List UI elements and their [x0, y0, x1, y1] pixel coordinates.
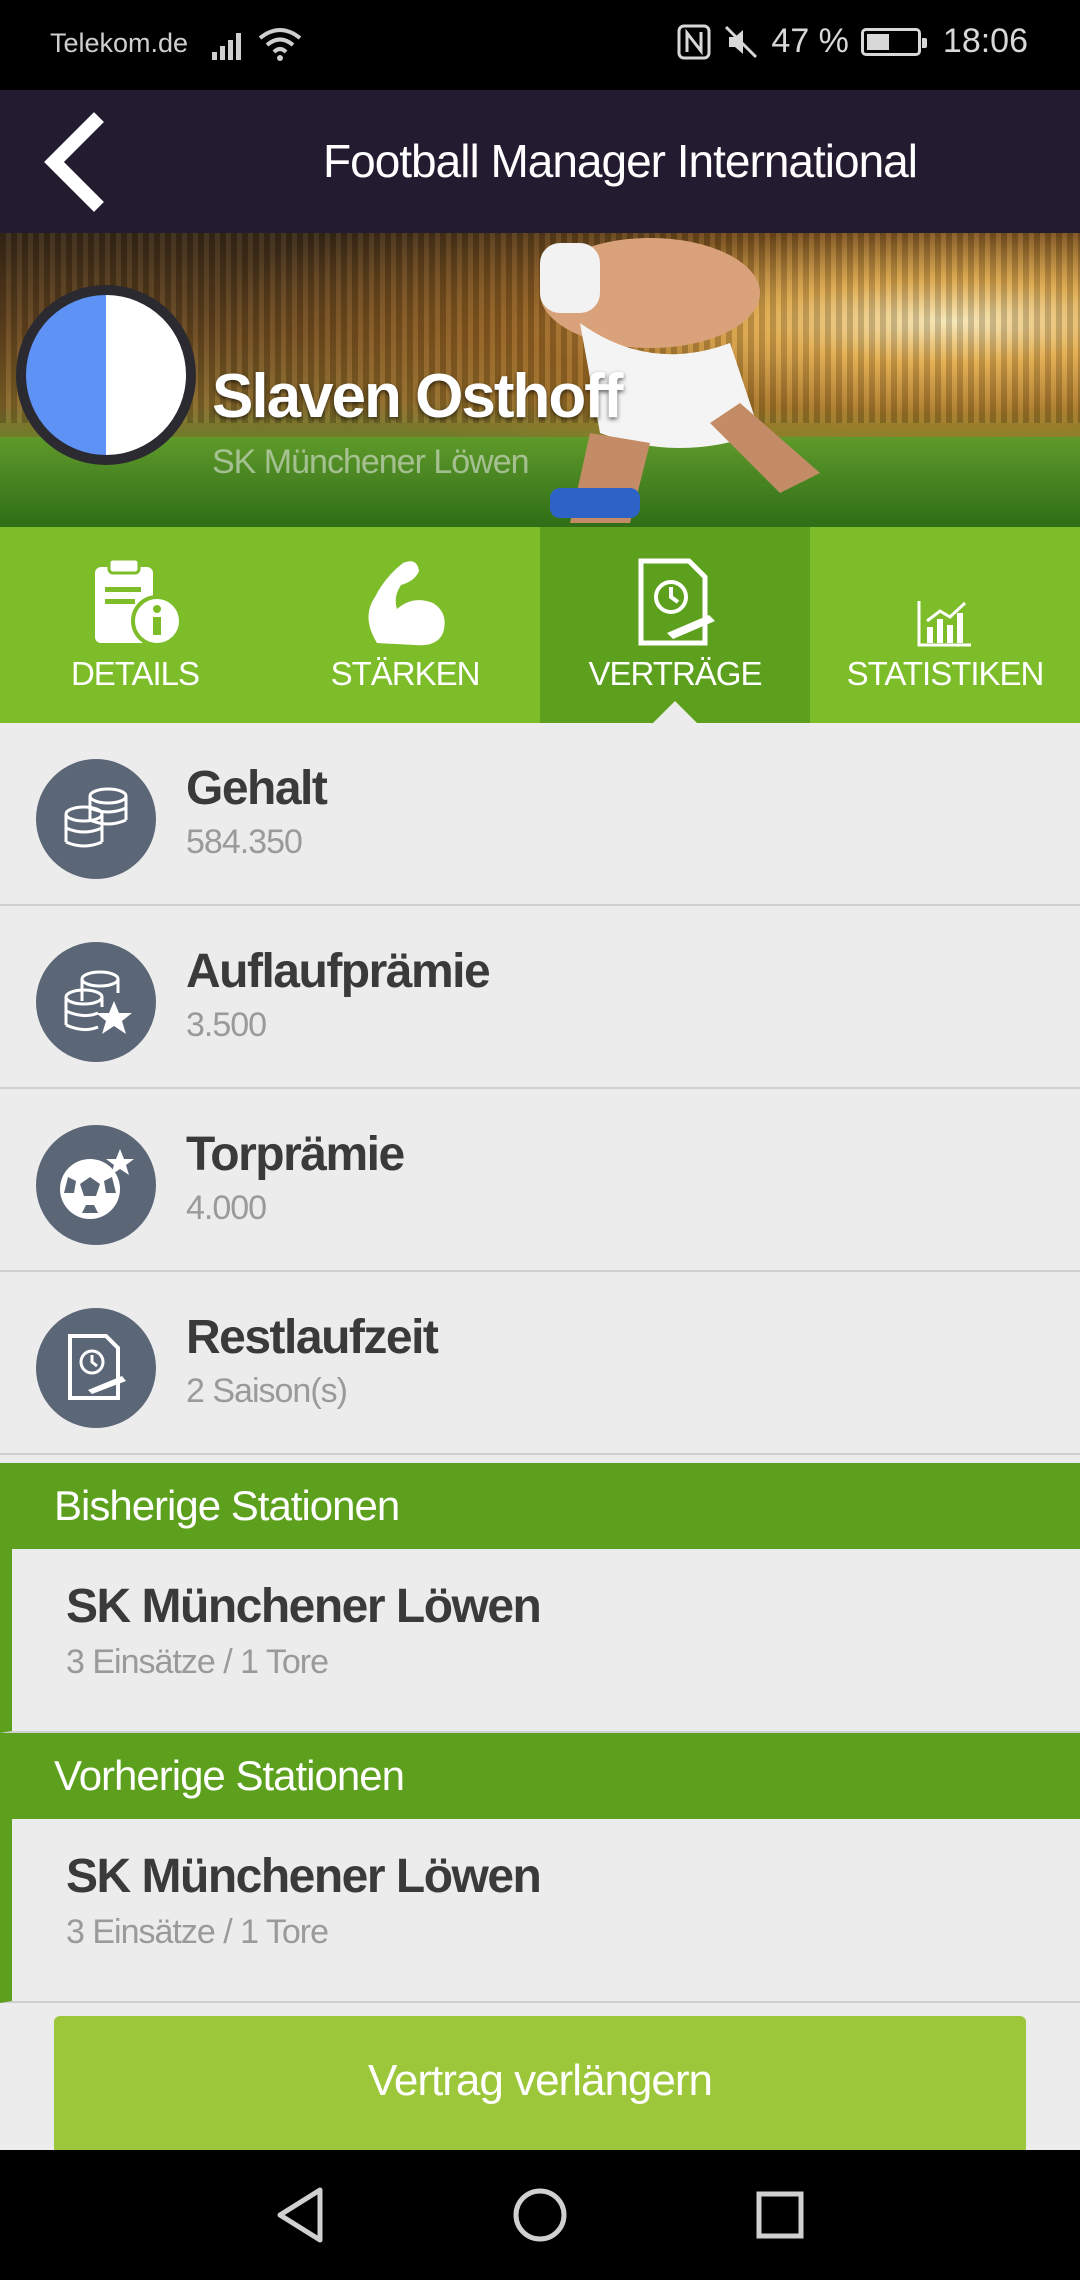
- tab-staerken[interactable]: STÄRKEN: [270, 527, 540, 723]
- back-triangle-icon[interactable]: [266, 2180, 336, 2250]
- nfc-icon: [677, 24, 711, 59]
- tab-details[interactable]: DETAILS: [0, 527, 270, 723]
- row-title: Auflaufprämie: [186, 945, 491, 998]
- section-heading: Vorherige Stationen: [0, 1733, 1080, 1819]
- station-item[interactable]: SK Münchener Löwen 3 Einsätze / 1 Tore: [0, 1549, 1080, 1733]
- contract-clock-icon: [638, 558, 715, 646]
- bar-chart-icon: [917, 601, 971, 647]
- app-title: Football Manager International: [323, 135, 918, 187]
- row-title: Torprämie: [186, 1128, 405, 1181]
- row-value: 3.500: [186, 1006, 267, 1044]
- tab-label: DETAILS: [70, 655, 200, 692]
- row-title: Restlaufzeit: [186, 1311, 439, 1364]
- coin-stack-icon: [36, 759, 156, 879]
- list-item-goal-bonus: Torprämie 4.000: [0, 1089, 1080, 1272]
- tab-statistiken[interactable]: STATISTIKEN: [810, 527, 1080, 723]
- contract-content: Gehalt 584.350 Auflaufprämie 3.500 Torpr…: [0, 723, 1080, 2150]
- row-value: 4.000: [186, 1189, 267, 1227]
- system-nav-bar: [0, 2150, 1080, 2280]
- list-item-appearance-bonus: Auflaufprämie 3.500: [0, 906, 1080, 1089]
- tab-vertraege[interactable]: VERTRÄGE: [540, 527, 810, 723]
- contract-clock-icon: [36, 1308, 156, 1428]
- tab-label: STÄRKEN: [330, 655, 481, 692]
- clipboard-info-icon: [95, 557, 183, 647]
- station-stats: 3 Einsätze / 1 Tore: [66, 1643, 329, 1681]
- battery-icon: [860, 27, 927, 56]
- list-item-salary: Gehalt 584.350: [0, 723, 1080, 906]
- section-heading: Bisherige Stationen: [0, 1463, 1080, 1549]
- back-arrow-icon[interactable]: [36, 112, 126, 212]
- flexed-arm-icon: [368, 561, 445, 646]
- row-value: 2 Saison(s): [186, 1372, 348, 1410]
- club-badge: [16, 285, 196, 465]
- station-stats: 3 Einsätze / 1 Tore: [66, 1913, 329, 1951]
- station-item[interactable]: SK Münchener Löwen 3 Einsätze / 1 Tore: [0, 1819, 1080, 2003]
- extend-contract-button[interactable]: Vertrag verlängern: [54, 2016, 1026, 2150]
- football-star-icon: [36, 1125, 156, 1245]
- mute-icon: [725, 25, 758, 58]
- recents-square-icon[interactable]: [745, 2180, 815, 2250]
- tab-label: VERTRÄGE: [588, 655, 763, 692]
- row-title: Gehalt: [186, 762, 328, 815]
- tab-bar: DETAILS STÄRKEN VERTRÄGE STATISTIKEN: [0, 527, 1080, 723]
- tab-label: STATISTIKEN: [846, 655, 1045, 692]
- home-circle-icon[interactable]: [505, 2180, 575, 2250]
- player-header: Slaven Osthoff SK Münchener Löwen: [0, 233, 1080, 527]
- player-club: SK Münchener Löwen: [212, 443, 530, 481]
- status-bar: Telekom.de 47 % 18:06: [0, 0, 1080, 90]
- app-bar: Football Manager International: [0, 90, 1080, 233]
- list-item-remaining-term: Restlaufzeit 2 Saison(s): [0, 1272, 1080, 1455]
- signal-icon: [212, 33, 241, 60]
- coins-star-icon: [36, 942, 156, 1062]
- battery-percent: 47 %: [771, 22, 849, 60]
- row-value: 584.350: [186, 823, 303, 861]
- wifi-icon: [258, 28, 302, 61]
- carrier-label: Telekom.de: [50, 28, 189, 58]
- station-club: SK Münchener Löwen: [66, 1580, 542, 1633]
- player-name: Slaven Osthoff: [212, 362, 624, 431]
- station-club: SK Münchener Löwen: [66, 1850, 542, 1903]
- clock: 18:06: [942, 22, 1028, 60]
